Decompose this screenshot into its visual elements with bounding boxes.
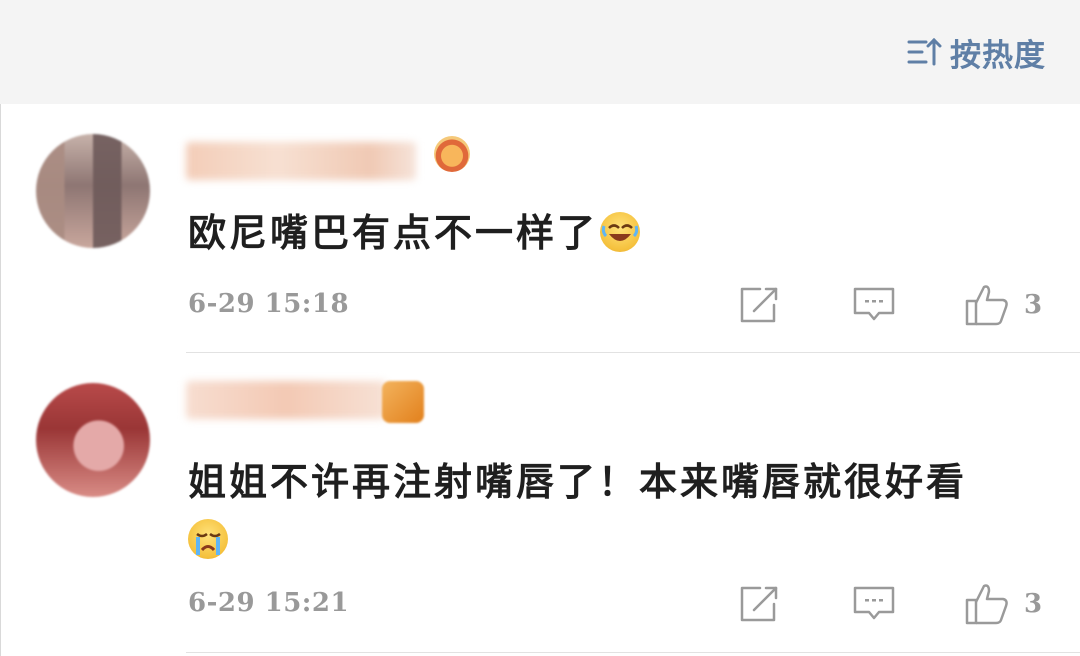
comment-actions: 3	[738, 581, 1058, 627]
like-icon	[965, 584, 1008, 625]
comment-divider	[186, 352, 1080, 353]
comment-text: 欧尼嘴巴有点不一样了	[188, 202, 1046, 264]
comment-actions: 3	[738, 282, 1058, 328]
sort-label: 按热度	[950, 37, 1046, 74]
like-icon	[965, 285, 1008, 326]
user-badge-icon	[434, 136, 470, 172]
comment-item: 欧尼嘴巴有点不一样了 6-29 15:18 3	[0, 104, 1080, 354]
sort-icon	[906, 34, 942, 70]
username-blurred[interactable]	[186, 381, 386, 419]
share-icon	[740, 287, 778, 323]
avatar[interactable]	[36, 383, 150, 497]
like-button[interactable]: 3	[964, 581, 1042, 627]
user-badge-icon	[382, 381, 424, 423]
crying-emoji-icon	[188, 519, 228, 559]
like-button[interactable]: 3	[964, 282, 1042, 328]
comment-text: 姐姐不许再注射嘴唇了！本来嘴唇就很好看	[188, 451, 1046, 559]
share-button[interactable]	[738, 282, 782, 328]
like-count: 3	[1024, 589, 1043, 619]
avatar[interactable]	[36, 134, 150, 248]
share-icon	[740, 586, 778, 622]
comment-icon	[853, 287, 895, 321]
comment-body: 姐姐不许再注射嘴唇了！本来嘴唇就很好看	[188, 459, 968, 504]
comment-item: 姐姐不许再注射嘴唇了！本来嘴唇就很好看 6-29 15:21 3	[0, 355, 1080, 656]
username-blurred[interactable]	[186, 142, 416, 180]
like-count: 3	[1024, 290, 1043, 320]
comment-list-header: 按热度	[0, 0, 1080, 104]
comment-time: 6-29 15:21	[188, 588, 350, 618]
comment-divider	[186, 652, 1080, 653]
comment-icon	[853, 586, 895, 620]
reply-button[interactable]	[852, 581, 896, 627]
sort-by-hot-button[interactable]: 按热度	[906, 30, 1046, 74]
reply-button[interactable]	[852, 282, 896, 328]
share-button[interactable]	[738, 581, 782, 627]
laugh-cry-emoji-icon	[600, 212, 641, 252]
comment-body: 欧尼嘴巴有点不一样了	[188, 210, 599, 255]
comment-time: 6-29 15:18	[188, 289, 350, 319]
